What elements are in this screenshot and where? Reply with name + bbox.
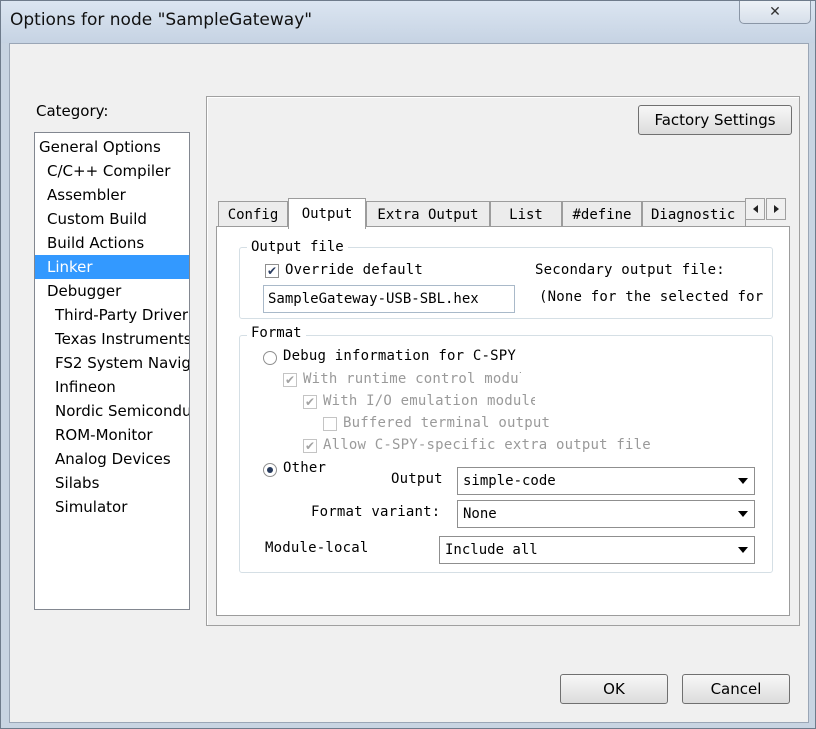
format-variant-value: None [463, 506, 497, 522]
title-bar: Options for node "SampleGateway" ✕ [1, 1, 815, 43]
io-emulation-checkbox[interactable]: ✔ [303, 395, 317, 409]
category-item-analog-devices[interactable]: Analog Devices [35, 447, 189, 471]
format-variant-select[interactable]: None [457, 500, 755, 528]
dialog-client-area: Category: General Options C/C++ Compiler A… [9, 43, 809, 723]
io-emulation-label: With I/O emulation modules [323, 393, 535, 409]
factory-settings-button[interactable]: Factory Settings [638, 105, 792, 135]
tab-define[interactable]: #define [562, 201, 642, 228]
chevron-down-icon [738, 547, 748, 553]
module-local-value: Include all [445, 542, 538, 558]
tab-diagnostic[interactable]: Diagnostic [642, 201, 746, 228]
output-format-label: Output [391, 471, 443, 487]
chevron-down-icon [738, 511, 748, 517]
output-format-select[interactable]: simple-code [457, 467, 755, 495]
cancel-button[interactable]: Cancel [682, 674, 790, 704]
buffered-output-checkbox[interactable] [323, 417, 337, 431]
format-group-label: Format [247, 325, 306, 341]
output-filename-input[interactable]: SampleGateway-USB-SBL.hex [263, 285, 515, 313]
buffered-output-label: Buffered terminal output [343, 415, 551, 431]
override-default-checkbox[interactable]: ✔ [265, 264, 279, 278]
tab-scroll-left[interactable] [745, 198, 765, 220]
category-item-texas-instruments[interactable]: Texas Instruments [35, 327, 189, 351]
category-item-fs2-system-navigator[interactable]: FS2 System Navigator [35, 351, 189, 375]
category-item-c-c-compiler[interactable]: C/C++ Compiler [35, 159, 189, 183]
format-variant-label: Format variant: [311, 504, 441, 520]
category-item-debugger[interactable]: Debugger [35, 279, 189, 303]
close-button[interactable]: ✕ [739, 1, 811, 24]
tab-strip: Config Output Extra Output List #define … [218, 198, 798, 229]
debug-info-radio[interactable] [263, 351, 277, 365]
category-item-build-actions[interactable]: Build Actions [35, 231, 189, 255]
debug-info-label: Debug information for C-SPY [283, 348, 516, 364]
secondary-output-value: (None for the selected format) [539, 289, 763, 305]
category-item-custom-build[interactable]: Custom Build [35, 207, 189, 231]
tab-list[interactable]: List [490, 201, 562, 228]
category-item-infineon[interactable]: Infineon [35, 375, 189, 399]
category-item-third-party-driver[interactable]: Third-Party Driver [35, 303, 189, 327]
output-file-group-label: Output file [247, 239, 348, 255]
category-list[interactable]: General Options C/C++ Compiler Assembler Cu… [34, 132, 190, 610]
check-icon: ✔ [304, 439, 316, 453]
options-dialog: Options for node "SampleGateway" ✕ Categ… [0, 0, 816, 729]
allow-extra-output-checkbox[interactable]: ✔ [303, 439, 317, 453]
runtime-control-checkbox[interactable]: ✔ [283, 373, 297, 387]
tab-extra-output[interactable]: Extra Output [366, 201, 490, 228]
tab-output[interactable]: Output [288, 198, 366, 229]
module-local-label: Module-local [265, 540, 369, 556]
ok-button[interactable]: OK [560, 674, 668, 704]
category-item-linker[interactable]: Linker [35, 255, 189, 279]
window-title: Options for node "SampleGateway" [10, 10, 313, 30]
category-item-assembler[interactable]: Assembler [35, 183, 189, 207]
module-local-select[interactable]: Include all [439, 536, 755, 564]
secondary-output-label: Secondary output file: [535, 262, 725, 278]
tab-scroll-right[interactable] [766, 198, 786, 220]
override-default-label: Override default [285, 262, 424, 278]
runtime-control-label: With runtime control modules [303, 371, 521, 387]
arrow-left-icon [752, 205, 758, 213]
check-icon: ✔ [304, 395, 316, 409]
other-format-radio[interactable] [263, 463, 277, 477]
allow-extra-output-label: Allow C-SPY-specific extra output file [323, 437, 651, 453]
output-tab-content: Output file ✔ Override default SampleGat… [216, 226, 790, 616]
output-format-value: simple-code [463, 473, 556, 489]
category-label: Category: [36, 102, 109, 120]
category-item-nordic-semiconductor[interactable]: Nordic Semiconductor [35, 399, 189, 423]
check-icon: ✔ [266, 264, 278, 278]
category-item-rom-monitor[interactable]: ROM-Monitor [35, 423, 189, 447]
close-icon: ✕ [769, 4, 781, 20]
category-item-silabs[interactable]: Silabs [35, 471, 189, 495]
category-item-simulator[interactable]: Simulator [35, 495, 189, 519]
tab-config[interactable]: Config [218, 201, 288, 228]
category-item-general-options[interactable]: General Options [35, 135, 189, 159]
other-format-label: Other [283, 460, 327, 476]
check-icon: ✔ [284, 373, 296, 387]
arrow-right-icon [773, 205, 779, 213]
chevron-down-icon [738, 478, 748, 484]
